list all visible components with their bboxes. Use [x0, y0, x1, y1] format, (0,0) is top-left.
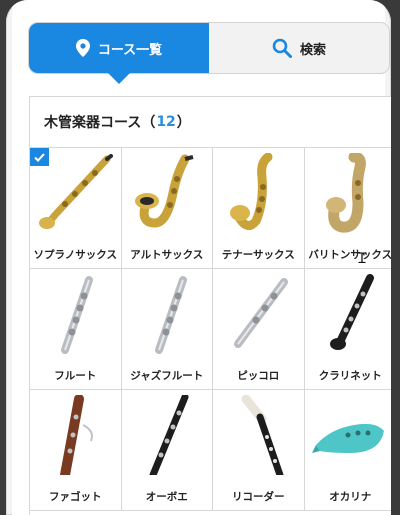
instrument-item-piccolo[interactable]: ピッコロ	[213, 269, 305, 390]
text-cursor-icon: Ｉ	[355, 251, 369, 267]
card-title-text: 木管楽器コース	[44, 115, 142, 131]
instrument-label: リコーダー	[232, 491, 285, 503]
course-count: 12	[156, 114, 176, 130]
close-paren: ）	[176, 115, 191, 131]
instrument-item-ocarina[interactable]: オカリナ	[304, 390, 392, 511]
tab-search[interactable]: 検索	[209, 23, 389, 73]
instrument-label: テナーサックス	[221, 249, 295, 261]
instrument-label: オカリナ	[329, 491, 372, 503]
instrument-item-oboe[interactable]: オーボエ	[121, 390, 213, 511]
course-card: 木管楽器コース （ 12 ） ソプラノサックス アルトサックス テナーサックス …	[29, 96, 391, 515]
search-icon	[272, 38, 292, 58]
oboe-icon	[122, 390, 213, 480]
instrument-item-tenor-sax[interactable]: テナーサックス	[213, 148, 305, 269]
instrument-grid: ソプラノサックス アルトサックス テナーサックス バリトンサックス フルート ジ…	[30, 147, 391, 511]
instrument-label: オーボエ	[145, 491, 188, 503]
alto-sax-icon	[122, 148, 213, 238]
instrument-label: バリトンサックス	[308, 249, 391, 261]
baritone-sax-icon	[305, 148, 392, 238]
card-title: 木管楽器コース （ 12 ）	[30, 97, 391, 147]
instrument-item-jazz-flute[interactable]: ジャズフルート	[121, 269, 213, 390]
tab-course-list[interactable]: コース一覧	[29, 23, 209, 84]
location-pin-icon	[75, 39, 90, 57]
clarinet-icon	[305, 269, 392, 359]
instrument-item-soprano-sax[interactable]: ソプラノサックス	[30, 148, 122, 269]
instrument-item-clarinet[interactable]: クラリネット	[304, 269, 392, 390]
recorder-icon	[213, 390, 304, 480]
instrument-label: フルート	[54, 370, 97, 382]
ocarina-icon	[305, 390, 392, 480]
instrument-label: クラリネット	[318, 370, 382, 382]
instrument-label: ソプラノサックス	[33, 249, 117, 261]
instrument-item-flute[interactable]: フルート	[30, 269, 122, 390]
instrument-item-baritone-sax[interactable]: バリトンサックス	[304, 148, 392, 269]
instrument-item-bassoon[interactable]: ファゴット	[30, 390, 122, 511]
instrument-item-recorder[interactable]: リコーダー	[213, 390, 305, 511]
instrument-item-alto-sax[interactable]: アルトサックス	[121, 148, 213, 269]
instrument-label: ピッコロ	[237, 370, 280, 382]
open-paren: （	[141, 115, 156, 131]
bassoon-icon	[30, 390, 121, 480]
selected-check-icon	[30, 148, 49, 166]
tenor-sax-icon	[213, 148, 304, 238]
instrument-label: ジャズフルート	[130, 370, 204, 382]
instrument-label: ファゴット	[49, 491, 102, 503]
jazz-flute-icon	[122, 269, 213, 359]
phone-frame: コース一覧 検索 木管楽器コース （ 12 ） ソプラノサックス アルトサックス…	[6, 0, 391, 515]
tab-course-list-label: コース一覧	[97, 42, 163, 58]
screen: コース一覧 検索 木管楽器コース （ 12 ） ソプラノサックス アルトサックス…	[12, 0, 391, 515]
tab-search-label: 検索	[299, 42, 326, 58]
piccolo-icon	[213, 269, 304, 359]
instrument-label: アルトサックス	[130, 249, 204, 261]
flute-icon	[30, 269, 121, 359]
view-tabs: コース一覧 検索	[28, 22, 390, 84]
